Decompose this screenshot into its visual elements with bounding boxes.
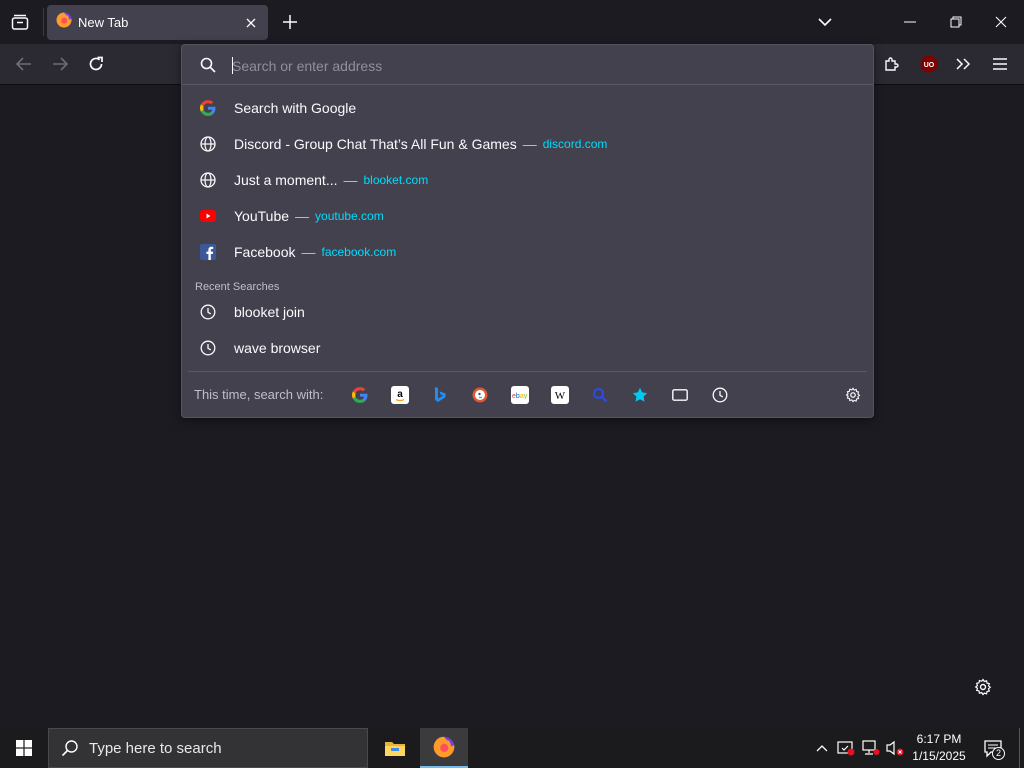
ublock-origin-icon[interactable]: UO bbox=[918, 53, 940, 75]
recent-search-item[interactable]: wave browser bbox=[188, 330, 867, 366]
overflow-chevrons-icon[interactable] bbox=[953, 54, 973, 74]
show-desktop-button[interactable] bbox=[1019, 728, 1024, 768]
suggestion-title: YouTube bbox=[234, 208, 290, 224]
svg-text:ebay: ebay bbox=[512, 393, 528, 399]
tab-new-tab[interactable]: New Tab bbox=[47, 5, 268, 40]
globe-icon bbox=[200, 136, 216, 152]
firefox-taskbar-icon[interactable] bbox=[420, 728, 468, 768]
bing-icon[interactable] bbox=[431, 386, 449, 404]
duckduckgo-icon[interactable] bbox=[471, 386, 489, 404]
suggestion-url: youtube.com bbox=[315, 209, 384, 223]
youtube-icon bbox=[200, 208, 216, 224]
tabs-icon[interactable] bbox=[671, 386, 689, 404]
search-engine-magnifier-icon[interactable] bbox=[591, 386, 609, 404]
suggestion-title: Discord - Group Chat That’s All Fun & Ga… bbox=[234, 136, 517, 152]
tab-divider bbox=[43, 8, 44, 36]
facebook-icon bbox=[200, 244, 216, 260]
history-icon[interactable] bbox=[711, 386, 729, 404]
history-clock-icon bbox=[200, 340, 216, 356]
menu-hamburger-icon[interactable] bbox=[990, 54, 1010, 74]
one-off-label: This time, search with: bbox=[194, 387, 324, 402]
urlbar-input-row bbox=[182, 45, 873, 85]
firefox-view-icon[interactable] bbox=[8, 11, 32, 33]
recent-search-title: wave browser bbox=[234, 340, 321, 356]
wikipedia-icon[interactable]: W bbox=[551, 386, 569, 404]
bookmarks-star-icon[interactable] bbox=[631, 386, 649, 404]
suggestion-url: facebook.com bbox=[321, 245, 397, 259]
globe-icon bbox=[200, 172, 216, 188]
amazon-icon[interactable]: a bbox=[391, 386, 409, 404]
clock-date: 1/15/2025 bbox=[912, 749, 966, 763]
windows-taskbar: Type here to search 6:17 PM 1/15/2025 2 bbox=[0, 728, 1024, 768]
network-icon[interactable] bbox=[862, 739, 880, 757]
security-shield-icon[interactable] bbox=[837, 739, 855, 757]
restore-icon[interactable] bbox=[946, 12, 966, 32]
suggestion-blooket[interactable]: Just a moment... — blooket.com bbox=[188, 162, 867, 198]
ebay-icon[interactable]: ebay bbox=[511, 386, 529, 404]
forward-arrow-icon[interactable] bbox=[50, 54, 70, 74]
windows-start-icon[interactable] bbox=[0, 728, 48, 768]
search-icon bbox=[200, 57, 216, 78]
urlbar-popup: Search with Google Discord - Group Chat … bbox=[181, 44, 874, 418]
file-explorer-icon[interactable] bbox=[371, 728, 419, 768]
suggestion-youtube[interactable]: YouTube — youtube.com bbox=[188, 198, 867, 234]
svg-text:UO: UO bbox=[924, 62, 935, 69]
taskbar-clock[interactable]: 6:17 PM 1/15/2025 bbox=[907, 731, 971, 765]
tab-strip: New Tab bbox=[0, 0, 1024, 44]
history-clock-icon bbox=[200, 304, 216, 320]
action-center-notification-icon[interactable]: 2 bbox=[983, 738, 1005, 760]
recent-search-title: blooket join bbox=[234, 304, 305, 320]
search-icon bbox=[61, 740, 78, 757]
minimize-icon[interactable] bbox=[900, 12, 920, 32]
firefox-icon bbox=[56, 12, 72, 33]
suggestion-title: Search with Google bbox=[234, 100, 357, 116]
google-icon[interactable] bbox=[351, 386, 369, 404]
close-window-icon[interactable] bbox=[991, 12, 1011, 32]
back-arrow-icon[interactable] bbox=[14, 54, 34, 74]
svg-text:W: W bbox=[555, 390, 566, 402]
suggestion-facebook[interactable]: Facebook — facebook.com bbox=[188, 234, 867, 270]
reload-icon[interactable] bbox=[86, 54, 106, 74]
address-input[interactable] bbox=[232, 56, 832, 76]
clock-time: 6:17 PM bbox=[916, 732, 962, 746]
recent-searches-label: Recent Searches bbox=[195, 281, 280, 293]
recent-search-item[interactable]: blooket join bbox=[188, 294, 867, 330]
google-icon bbox=[200, 100, 216, 116]
notification-count-badge: 2 bbox=[992, 747, 1005, 760]
search-settings-gear-icon[interactable] bbox=[844, 386, 862, 404]
taskbar-search-box[interactable]: Type here to search bbox=[48, 728, 368, 768]
suggestion-url: blooket.com bbox=[363, 173, 429, 187]
tab-title: New Tab bbox=[78, 15, 129, 30]
list-all-tabs-chevron-down-icon[interactable] bbox=[815, 12, 835, 32]
svg-text:a: a bbox=[397, 389, 403, 400]
separator: — bbox=[343, 172, 358, 188]
separator: — bbox=[301, 244, 316, 260]
taskbar-search-placeholder: Type here to search bbox=[89, 739, 222, 757]
separator: — bbox=[295, 208, 310, 224]
suggestion-title: Just a moment... bbox=[234, 172, 338, 188]
suggestion-url: discord.com bbox=[542, 137, 608, 151]
close-tab-icon[interactable] bbox=[243, 15, 259, 31]
customize-gear-icon[interactable] bbox=[973, 677, 993, 697]
tray-chevron-up-icon[interactable] bbox=[813, 739, 831, 757]
suggestion-search-google[interactable]: Search with Google bbox=[188, 90, 867, 126]
one-off-search-bar: This time, search with: a ebay W bbox=[188, 371, 867, 417]
suggestion-discord[interactable]: Discord - Group Chat That’s All Fun & Ga… bbox=[188, 126, 867, 162]
extensions-puzzle-icon[interactable] bbox=[882, 54, 902, 74]
suggestion-title: Facebook bbox=[234, 244, 296, 260]
new-tab-plus-icon[interactable] bbox=[280, 12, 300, 32]
separator: — bbox=[522, 136, 537, 152]
volume-muted-icon[interactable] bbox=[886, 739, 904, 757]
text-caret bbox=[232, 57, 233, 74]
